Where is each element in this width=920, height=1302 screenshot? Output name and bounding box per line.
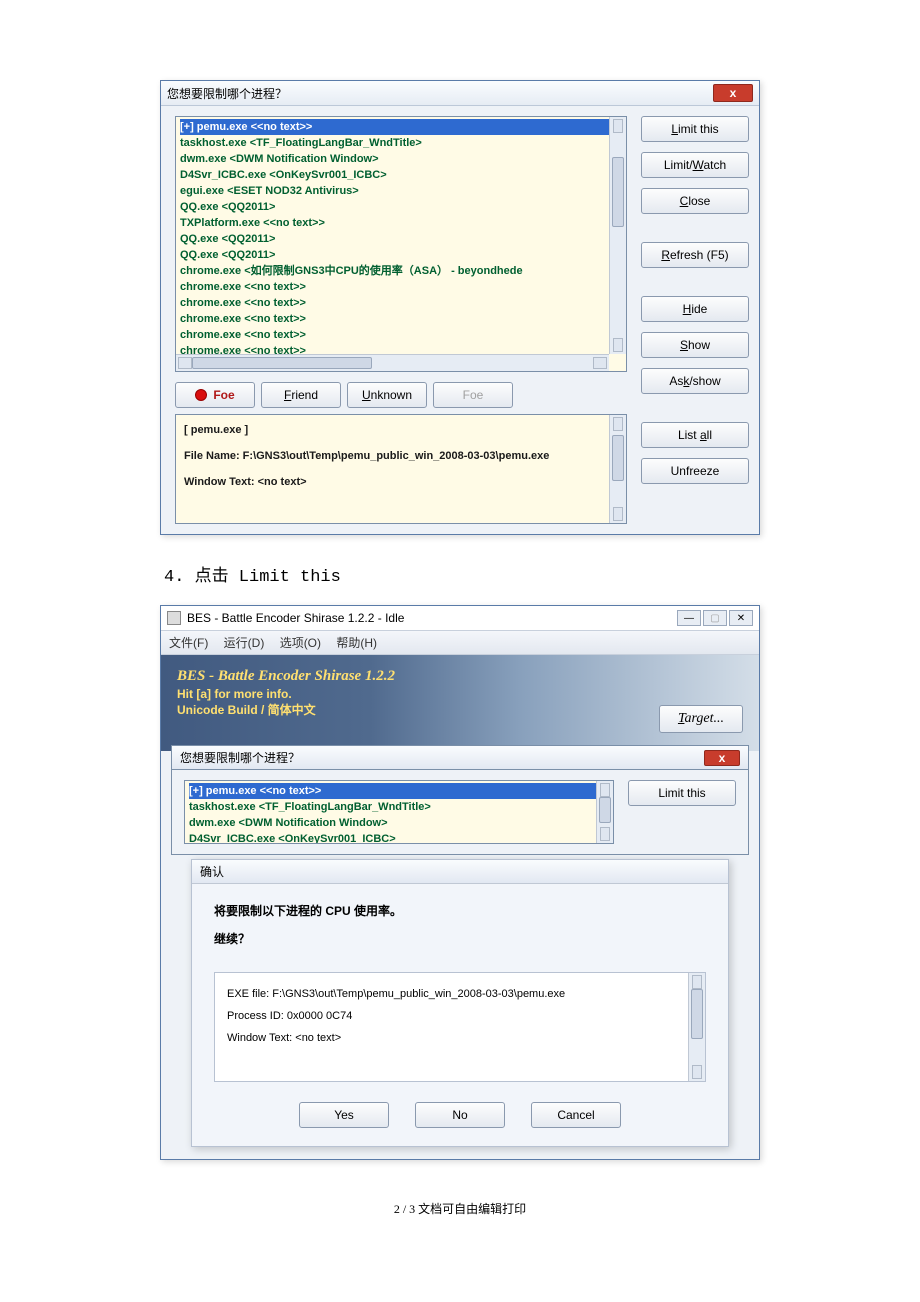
confirm-window-text: Window Text: <no text> [227,1027,693,1049]
no-button[interactable]: No [415,1102,505,1128]
unknown-button[interactable]: Unknown [347,382,427,408]
menu-file[interactable]: 文件(F) [169,636,208,650]
list-item[interactable]: chrome.exe <<no text>> [180,295,622,311]
menu-options[interactable]: 选项(O) [280,636,321,650]
limit-this-button[interactable]: Limit this [628,780,736,806]
list-item[interactable]: chrome.exe <<no text>> [180,279,622,295]
unfreeze-button[interactable]: Unfreeze [641,458,749,484]
limit-watch-button[interactable]: Limit/Watch [641,152,749,178]
list-all-button[interactable]: List all [641,422,749,448]
list-item[interactable]: egui.exe <ESET NOD32 Antivirus> [180,183,622,199]
maximize-icon: ▢ [703,610,727,626]
ask-show-button[interactable]: Ask/show [641,368,749,394]
info-window-text: Window Text: <no text> [184,473,618,491]
confirm-pid: Process ID: 0x0000 0C74 [227,1005,693,1027]
confirm-info-box: EXE file: F:\GNS3\out\Temp\pemu_public_w… [214,972,706,1082]
refresh-button[interactable]: Refresh (F5) [641,242,749,268]
menu-run[interactable]: 运行(D) [224,636,265,650]
info-process-name: [ pemu.exe ] [184,421,618,439]
hero-banner: BES - Battle Encoder Shirase 1.2.2 Hit [… [161,655,759,751]
process-info-box: [ pemu.exe ] File Name: F:\GNS3\out\Temp… [175,414,627,524]
info-file-name: File Name: F:\GNS3\out\Temp\pemu_public_… [184,447,618,465]
list-item[interactable]: dwm.exe <DWM Notification Window> [180,151,622,167]
sub-dialog-title: 您想要限制哪个进程？ [180,749,300,766]
close-icon[interactable]: x [704,750,740,766]
list-item[interactable]: QQ.exe <QQ2011> [180,247,622,263]
hide-button[interactable]: Hide [641,296,749,322]
list-item[interactable]: [+] pemu.exe <<no text>> [180,119,622,135]
dialog-title: 您想要限制哪个进程？ [167,85,287,102]
window-titlebar[interactable]: BES - Battle Encoder Shirase 1.2.2 - Idl… [161,606,759,631]
list-item[interactable]: chrome.exe <如何限制GNS3中CPU的使用率（ASA） - beyo… [180,263,622,279]
list-item[interactable]: [+] pemu.exe <<no text>> [189,783,609,799]
minimize-icon[interactable]: — [677,610,701,626]
list-item[interactable]: chrome.exe <<no text>> [180,311,622,327]
dialog-titlebar[interactable]: 您想要限制哪个进程？ x [161,81,759,106]
vertical-scrollbar[interactable] [609,415,626,523]
foe-disabled-button: Foe [433,382,513,408]
hero-title: BES - Battle Encoder Shirase 1.2.2 [177,665,395,687]
limit-this-button[interactable]: Limit this [641,116,749,142]
process-listbox[interactable]: [+] pemu.exe <<no text>> taskhost.exe <T… [175,116,627,372]
hero-build: Unicode Build / 简体中文 [177,701,395,718]
page-footer: 2 / 3 文档可自由编辑打印 [160,1200,760,1217]
confirm-title[interactable]: 确认 [192,860,728,884]
list-item[interactable]: QQ.exe <QQ2011> [180,199,622,215]
cancel-button[interactable]: Cancel [531,1102,621,1128]
vertical-scrollbar[interactable] [609,117,626,354]
list-item[interactable]: dwm.exe <DWM Notification Window> [189,815,609,831]
confirm-message-1: 将要限制以下进程的 CPU 使用率。 [214,900,706,922]
window-title: BES - Battle Encoder Shirase 1.2.2 - Idl… [187,611,404,625]
menubar[interactable]: 文件(F) 运行(D) 选项(O) 帮助(H) [161,631,759,655]
confirm-dialog: 确认 将要限制以下进程的 CPU 使用率。 继续？ EXE file: F:\G… [191,859,729,1147]
process-listbox[interactable]: [+] pemu.exe <<no text>> taskhost.exe <T… [184,780,614,844]
show-button[interactable]: Show [641,332,749,358]
close-button[interactable]: Close [641,188,749,214]
hero-hint: Hit [a] for more info. [177,687,395,701]
confirm-message-2: 继续？ [214,928,706,950]
foe-button[interactable]: Foe [175,382,255,408]
target-button[interactable]: Target... [659,705,743,733]
bes-main-window: BES - Battle Encoder Shirase 1.2.2 - Idl… [160,605,760,1160]
vertical-scrollbar[interactable] [596,781,613,843]
list-item[interactable]: TXPlatform.exe <<no text>> [180,215,622,231]
confirm-exe-file: EXE file: F:\GNS3\out\Temp\pemu_public_w… [227,983,693,1005]
vertical-scrollbar[interactable] [688,973,705,1081]
friend-button[interactable]: Friend [261,382,341,408]
process-select-dialog: 您想要限制哪个进程？ x [+] pemu.exe <<no text>> ta… [160,80,760,535]
yes-button[interactable]: Yes [299,1102,389,1128]
close-icon[interactable]: ✕ [729,610,753,626]
close-icon[interactable]: x [713,84,753,102]
step-text: 4. 点击 Limit this [164,561,760,587]
horizontal-scrollbar[interactable] [176,354,609,371]
list-item[interactable]: D4Svr_ICBC.exe <OnKeySvr001_ICBC> [189,831,609,844]
list-item[interactable]: taskhost.exe <TF_FloatingLangBar_WndTitl… [180,135,622,151]
sub-dialog-titlebar[interactable]: 您想要限制哪个进程？ x [171,745,749,769]
app-icon [167,611,181,625]
list-item[interactable]: D4Svr_ICBC.exe <OnKeySvr001_ICBC> [180,167,622,183]
list-item[interactable]: chrome.exe <<no text>> [180,327,622,343]
list-item[interactable]: QQ.exe <QQ2011> [180,231,622,247]
foe-dot-icon [195,389,207,401]
list-item[interactable]: taskhost.exe <TF_FloatingLangBar_WndTitl… [189,799,609,815]
menu-help[interactable]: 帮助(H) [336,636,377,650]
